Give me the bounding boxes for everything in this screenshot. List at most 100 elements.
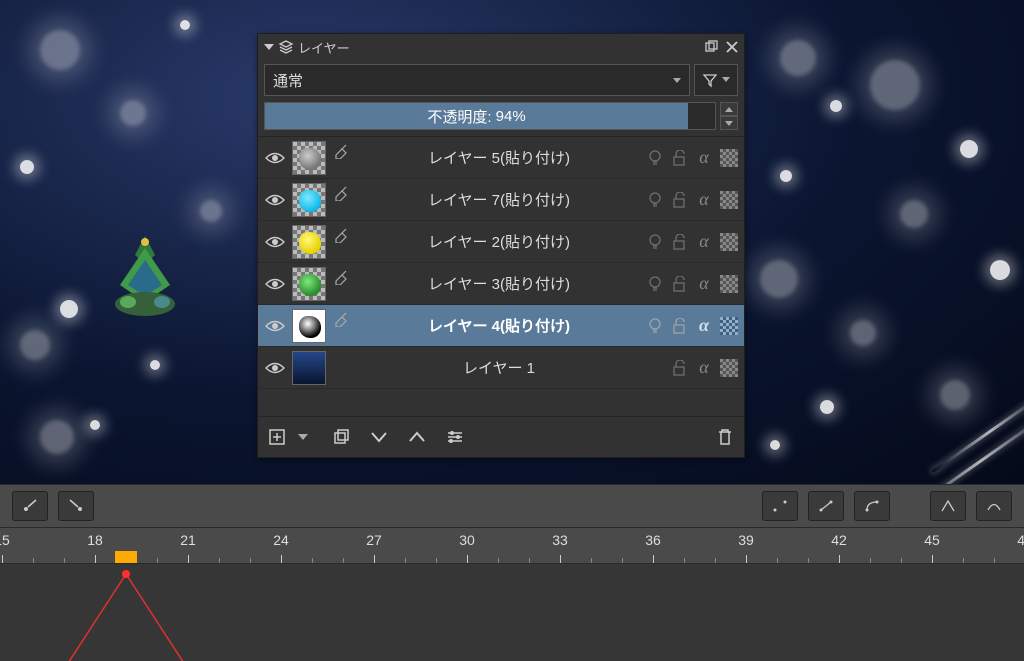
onion-next-button[interactable] bbox=[58, 491, 94, 521]
visibility-toggle[interactable] bbox=[262, 277, 288, 291]
light-streak bbox=[897, 403, 1024, 484]
layer-filter-button[interactable] bbox=[694, 64, 738, 96]
onion-skin-toggle[interactable] bbox=[646, 149, 664, 167]
chevron-down-icon bbox=[722, 77, 730, 83]
alpha-lock-toggle[interactable]: α bbox=[694, 315, 714, 336]
new-layer-menu-button[interactable] bbox=[292, 426, 314, 448]
opacity-decrease-button[interactable] bbox=[720, 116, 738, 130]
visibility-toggle[interactable] bbox=[262, 361, 288, 375]
lock-toggle[interactable] bbox=[670, 191, 688, 209]
alpha-inherit-icon[interactable] bbox=[330, 267, 352, 301]
visibility-toggle[interactable] bbox=[262, 151, 288, 165]
layer-thumbnail bbox=[292, 141, 326, 175]
onion-skin-toggle[interactable] bbox=[646, 191, 664, 209]
ruler-tick-minor bbox=[219, 558, 220, 563]
timeline-curve-area[interactable] bbox=[0, 564, 1024, 661]
ruler-label: 36 bbox=[645, 532, 661, 548]
visibility-toggle[interactable] bbox=[262, 319, 288, 333]
layer-row[interactable]: レイヤー 2(貼り付け) α bbox=[258, 221, 744, 263]
alpha-lock-toggle[interactable]: α bbox=[694, 147, 714, 168]
onion-prev-button[interactable] bbox=[12, 491, 48, 521]
bokeh-light bbox=[40, 30, 80, 70]
onion-skin-toggle[interactable] bbox=[646, 317, 664, 335]
layers-icon bbox=[278, 39, 294, 55]
visibility-toggle[interactable] bbox=[262, 235, 288, 249]
canvas-sprite bbox=[100, 230, 190, 320]
close-panel-button[interactable] bbox=[724, 39, 740, 55]
move-layer-down-button[interactable] bbox=[368, 426, 390, 448]
layer-select-checker[interactable] bbox=[720, 191, 738, 209]
detach-panel-button[interactable] bbox=[704, 39, 720, 55]
alpha-inherit-icon[interactable] bbox=[330, 309, 352, 343]
layer-select-checker[interactable] bbox=[720, 149, 738, 167]
move-layer-up-button[interactable] bbox=[406, 426, 428, 448]
layers-panel: レイヤー 通常 不透明度: 94% レイヤー 5(貼り bbox=[257, 33, 745, 458]
ruler-label: 15 bbox=[0, 532, 10, 548]
duplicate-layer-button[interactable] bbox=[330, 426, 352, 448]
layer-row[interactable]: レイヤー 5(貼り付け) α bbox=[258, 137, 744, 179]
keyframe-marker[interactable] bbox=[122, 570, 130, 578]
ruler-label: 39 bbox=[738, 532, 754, 548]
layer-name[interactable]: レイヤー 7(貼り付け) bbox=[352, 189, 646, 210]
opacity-slider[interactable]: 不透明度: 94% bbox=[264, 102, 716, 130]
ruler-label: 18 bbox=[87, 532, 103, 548]
layer-name[interactable]: レイヤー 4(貼り付け) bbox=[352, 315, 646, 336]
interp-step-button[interactable] bbox=[762, 491, 798, 521]
bokeh-light bbox=[770, 440, 780, 450]
interp-linear-button[interactable] bbox=[808, 491, 844, 521]
timeline-ruler[interactable]: 151821242730333639424548 bbox=[0, 528, 1024, 564]
ruler-tick-minor bbox=[157, 558, 158, 563]
layer-row[interactable]: レイヤー 1 α bbox=[258, 347, 744, 389]
layer-row[interactable]: レイヤー 3(貼り付け) α bbox=[258, 263, 744, 305]
ruler-tick-minor bbox=[591, 558, 592, 563]
layer-name[interactable]: レイヤー 3(貼り付け) bbox=[352, 273, 646, 294]
ruler-tick-minor bbox=[808, 558, 809, 563]
onion-skin-toggle[interactable] bbox=[646, 233, 664, 251]
layer-name[interactable]: レイヤー 5(貼り付け) bbox=[352, 147, 646, 168]
layer-properties-button[interactable] bbox=[444, 426, 466, 448]
tangent-smooth-button[interactable] bbox=[976, 491, 1012, 521]
lock-toggle[interactable] bbox=[670, 149, 688, 167]
bokeh-light bbox=[150, 360, 160, 370]
ruler-tick bbox=[839, 555, 840, 563]
ruler-label: 45 bbox=[924, 532, 940, 548]
alpha-inherit-icon[interactable] bbox=[330, 141, 352, 175]
visibility-toggle[interactable] bbox=[262, 193, 288, 207]
opacity-increase-button[interactable] bbox=[720, 102, 738, 116]
layer-select-checker[interactable] bbox=[720, 233, 738, 251]
bokeh-light bbox=[870, 60, 920, 110]
alpha-inherit-icon[interactable] bbox=[330, 183, 352, 217]
ruler-label: 42 bbox=[831, 532, 847, 548]
layer-select-checker[interactable] bbox=[720, 359, 738, 377]
lock-toggle[interactable] bbox=[670, 359, 688, 377]
dropdown-triangle-icon[interactable] bbox=[264, 44, 274, 50]
panel-titlebar[interactable]: レイヤー bbox=[258, 34, 744, 60]
layer-name[interactable]: レイヤー 2(貼り付け) bbox=[352, 231, 646, 252]
delete-layer-button[interactable] bbox=[714, 426, 736, 448]
tangent-sharp-button[interactable] bbox=[930, 491, 966, 521]
layer-row[interactable]: レイヤー 7(貼り付け) α bbox=[258, 179, 744, 221]
bokeh-light bbox=[90, 420, 100, 430]
interp-bezier-button[interactable] bbox=[854, 491, 890, 521]
layer-select-checker[interactable] bbox=[720, 275, 738, 293]
layer-select-checker[interactable] bbox=[720, 317, 738, 335]
alpha-inherit-icon[interactable] bbox=[330, 225, 352, 259]
alpha-lock-toggle[interactable]: α bbox=[694, 273, 714, 294]
lock-toggle[interactable] bbox=[670, 275, 688, 293]
playhead[interactable] bbox=[115, 551, 137, 563]
new-layer-button[interactable] bbox=[266, 426, 288, 448]
ruler-tick bbox=[746, 555, 747, 563]
alpha-lock-toggle[interactable]: α bbox=[694, 357, 714, 378]
blend-mode-select[interactable]: 通常 bbox=[264, 64, 690, 96]
onion-skin-toggle[interactable] bbox=[646, 275, 664, 293]
opacity-fill: 不透明度: 94% bbox=[265, 103, 688, 129]
lock-toggle[interactable] bbox=[670, 233, 688, 251]
layer-name[interactable]: レイヤー 1 bbox=[352, 357, 646, 378]
alpha-lock-toggle[interactable]: α bbox=[694, 231, 714, 252]
bokeh-light bbox=[20, 160, 34, 174]
layer-row[interactable]: レイヤー 4(貼り付け) α bbox=[258, 305, 744, 347]
ruler-tick bbox=[467, 555, 468, 563]
ruler-tick-minor bbox=[498, 558, 499, 563]
lock-toggle[interactable] bbox=[670, 317, 688, 335]
alpha-lock-toggle[interactable]: α bbox=[694, 189, 714, 210]
